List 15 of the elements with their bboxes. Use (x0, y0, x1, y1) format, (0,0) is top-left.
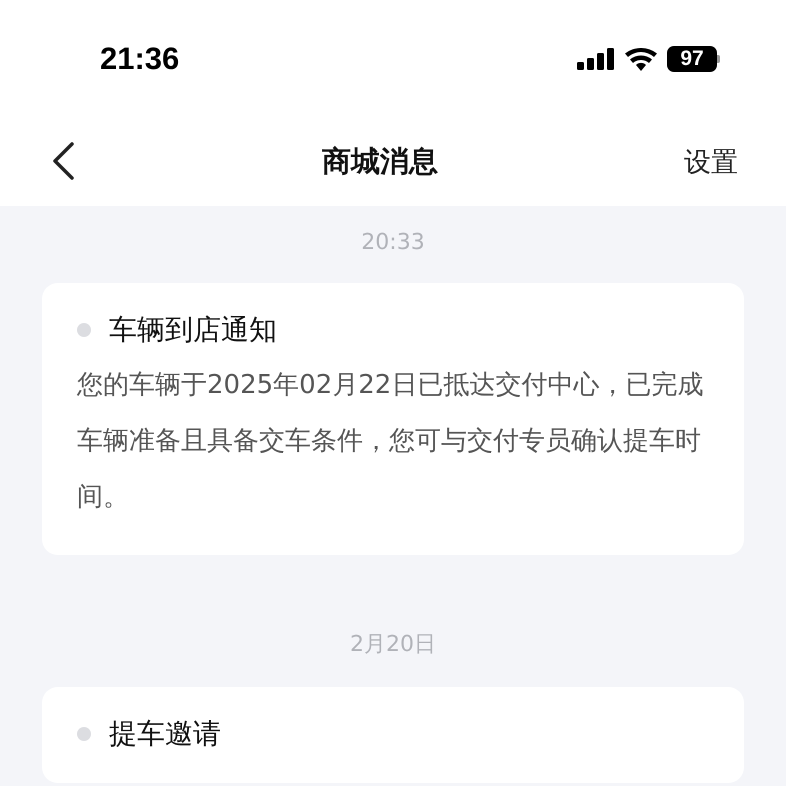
battery-icon: 97 (667, 46, 720, 72)
message-time: 20:33 (361, 230, 425, 255)
bullet-icon (77, 727, 91, 741)
message-card[interactable]: 提车邀请 (42, 687, 744, 783)
message-card[interactable]: 车辆到店通知 您的车辆于2025年02月22日已抵达交付中心，已完成车辆准备且具备交车条件，您可与交付专员确认提车时间。 (42, 283, 744, 555)
page-title: 商城消息 (321, 143, 439, 180)
message-time: 2月20日 (350, 631, 436, 659)
message-title: 提车邀请 (109, 716, 221, 752)
status-time: 21:36 (100, 41, 180, 77)
wifi-icon (625, 48, 657, 70)
signal-icon (577, 48, 615, 70)
message-text: 您的车辆于2025年02月22日已抵达交付中心，已完成车辆准备且具备交车条件，您可与交付专员确认提车时间。 (77, 369, 704, 514)
bullet-icon (77, 323, 91, 337)
settings-button[interactable]: 设置 (684, 144, 738, 180)
message-title: 车辆到店通知 (109, 312, 277, 348)
